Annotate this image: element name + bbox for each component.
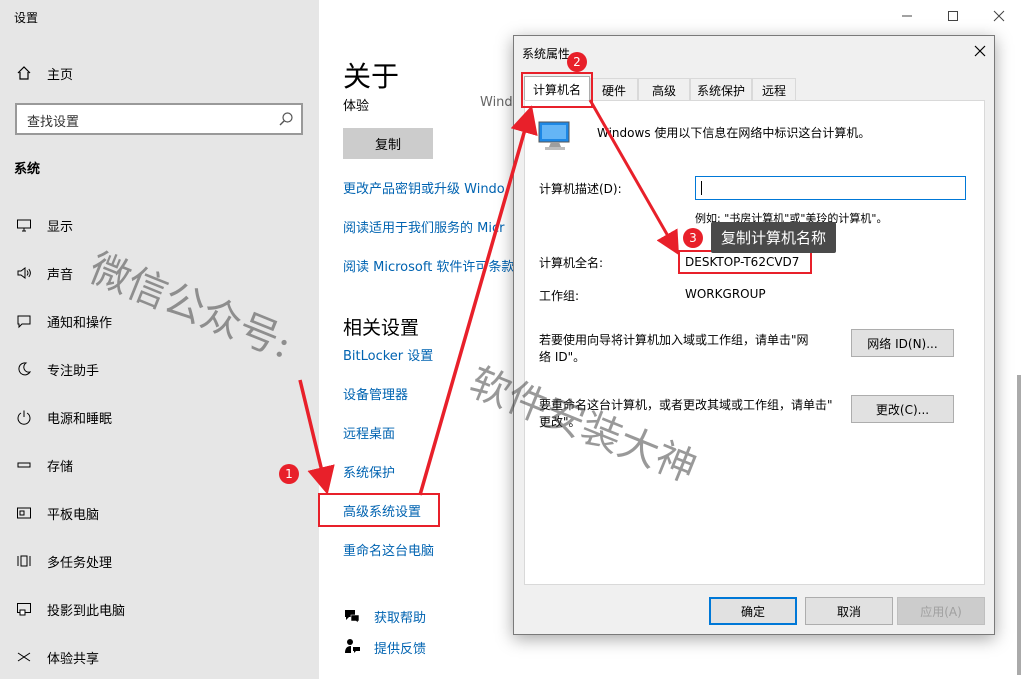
sidebar-item-project[interactable]: 投影到此电脑 <box>0 589 319 629</box>
multitask-icon <box>14 551 34 571</box>
sidebar-item-label: 多任务处理 <box>47 555 113 571</box>
dialog-title: 系统属性 <box>522 47 571 61</box>
tab-remote[interactable]: 远程 <box>752 78 796 101</box>
sidebar-item-tablet[interactable]: 平板电脑 <box>0 493 319 533</box>
link-system-protection[interactable]: 系统保护 <box>343 462 395 481</box>
network-id-button[interactable]: 网络 ID(N)... <box>851 329 954 357</box>
highlight-advanced-system-settings <box>318 493 440 527</box>
ok-button[interactable]: 确定 <box>709 597 797 625</box>
dialog-close-button[interactable] <box>974 42 986 61</box>
highlight-computer-name-tab <box>521 72 593 108</box>
sidebar-item-notifications[interactable]: 通知和操作 <box>0 301 319 341</box>
sidebar-item-label: 体验共享 <box>47 651 100 667</box>
link-get-help[interactable]: 获取帮助 <box>374 607 426 626</box>
join-domain-text-line-1: 若要使用向导将计算机加入域或工作组，请单击"网 <box>539 333 809 347</box>
sidebar-item-label: 显示 <box>47 219 74 235</box>
tab-hardware[interactable]: 硬件 <box>590 78 638 101</box>
sidebar-item-shared-experiences[interactable]: 体验共享 <box>0 637 319 677</box>
system-properties-dialog: 系统属性 计算机名 硬件 高级 系统保护 远程 Windows 使用以下信息在网… <box>513 35 995 635</box>
computer-description-input[interactable] <box>695 176 966 200</box>
apply-button[interactable]: 应用(A) <box>897 597 985 625</box>
highlight-full-computer-name <box>678 250 812 274</box>
join-domain-text-line-2: 络 ID"。 <box>539 350 586 364</box>
sidebar-item-home[interactable]: 主页 <box>0 53 319 93</box>
computer-description-label: 计算机描述(D): <box>539 182 622 196</box>
workgroup-label: 工作组: <box>539 289 580 303</box>
full-computer-name-label: 计算机全名: <box>539 256 604 270</box>
scrollbar[interactable] <box>1017 375 1021 675</box>
cancel-button[interactable]: 取消 <box>805 597 893 625</box>
close-icon <box>974 45 986 57</box>
tab-advanced[interactable]: 高级 <box>638 78 690 101</box>
step-badge-2: 2 <box>567 52 587 72</box>
monitor-icon <box>14 215 34 235</box>
sidebar-item-label: 声音 <box>47 267 74 283</box>
maximize-icon <box>948 11 958 21</box>
link-bitlocker[interactable]: BitLocker 设置 <box>343 345 433 364</box>
search-placeholder: 查找设置 <box>27 115 80 130</box>
tab-panel-computer-name: Windows 使用以下信息在网络中标识这台计算机。 计算机描述(D): 例如:… <box>524 100 985 585</box>
sidebar-item-multitasking[interactable]: 多任务处理 <box>0 541 319 581</box>
computer-icon <box>537 121 573 155</box>
search-icon <box>278 111 294 131</box>
link-remote-desktop[interactable]: 远程桌面 <box>343 423 395 442</box>
power-icon <box>14 407 34 427</box>
help-icon <box>343 607 361 625</box>
annotation-tooltip: 复制计算机名称 <box>711 222 837 253</box>
sidebar-item-label: 主页 <box>47 67 74 83</box>
settings-sidebar: 设置 主页 查找设置 系统 显示 声音 通知和操作 专注助手 电源和睡眠 存储 <box>0 0 319 679</box>
speaker-icon <box>14 263 34 283</box>
sidebar-item-label: 平板电脑 <box>47 507 100 523</box>
step-badge-1: 1 <box>279 464 299 484</box>
link-give-feedback[interactable]: 提供反馈 <box>374 638 426 657</box>
notification-icon <box>14 311 34 331</box>
close-icon <box>993 10 1005 22</box>
link-change-product-key[interactable]: 更改产品密钥或升级 Windo <box>343 178 505 197</box>
step-badge-3: 3 <box>683 228 703 248</box>
share-icon <box>14 647 34 667</box>
sidebar-item-power[interactable]: 电源和睡眠 <box>0 397 319 437</box>
moon-icon <box>14 359 34 379</box>
search-input[interactable]: 查找设置 <box>15 103 303 135</box>
project-icon <box>14 599 34 619</box>
copy-button[interactable]: 复制 <box>343 128 433 159</box>
sidebar-item-storage[interactable]: 存储 <box>0 445 319 485</box>
sidebar-item-label: 投影到此电脑 <box>47 603 126 619</box>
sidebar-item-label: 通知和操作 <box>47 315 113 331</box>
tablet-icon <box>14 503 34 523</box>
workgroup-value: WORKGROUP <box>685 287 766 301</box>
section-subtitle: 体验 <box>343 99 370 114</box>
app-title: 设置 <box>14 11 39 25</box>
sidebar-item-focus-assist[interactable]: 专注助手 <box>0 349 319 389</box>
minimize-icon <box>902 15 912 17</box>
change-button[interactable]: 更改(C)... <box>851 395 954 423</box>
tab-system-protection[interactable]: 系统保护 <box>690 78 752 101</box>
rename-text-line-2: 更改"。 <box>539 415 581 429</box>
link-service-agreement[interactable]: 阅读适用于我们服务的 Micr <box>343 217 504 236</box>
sidebar-item-label: 电源和睡眠 <box>47 411 113 427</box>
sidebar-item-label: 专注助手 <box>47 363 100 379</box>
page-title: 关于 <box>343 60 400 93</box>
minimize-button[interactable] <box>884 4 930 28</box>
related-settings-title: 相关设置 <box>343 317 420 339</box>
sidebar-item-label: 存储 <box>47 459 74 475</box>
link-device-manager[interactable]: 设备管理器 <box>343 384 408 403</box>
window-close-button[interactable] <box>976 4 1022 28</box>
rename-text-line-1: 要重命名这台计算机，或者更改其域或工作组，请单击" <box>539 398 833 412</box>
home-icon <box>14 63 34 83</box>
sidebar-item-sound[interactable]: 声音 <box>0 253 319 293</box>
link-rename-pc[interactable]: 重命名这台电脑 <box>343 540 434 559</box>
section-label-system: 系统 <box>14 162 41 177</box>
storage-icon <box>14 455 34 475</box>
dialog-intro-text: Windows 使用以下信息在网络中标识这台计算机。 <box>597 126 871 140</box>
feedback-icon <box>343 638 361 656</box>
link-license-terms[interactable]: 阅读 Microsoft 软件许可条款 <box>343 256 514 275</box>
maximize-button[interactable] <box>930 4 976 28</box>
sidebar-item-display[interactable]: 显示 <box>0 205 319 245</box>
